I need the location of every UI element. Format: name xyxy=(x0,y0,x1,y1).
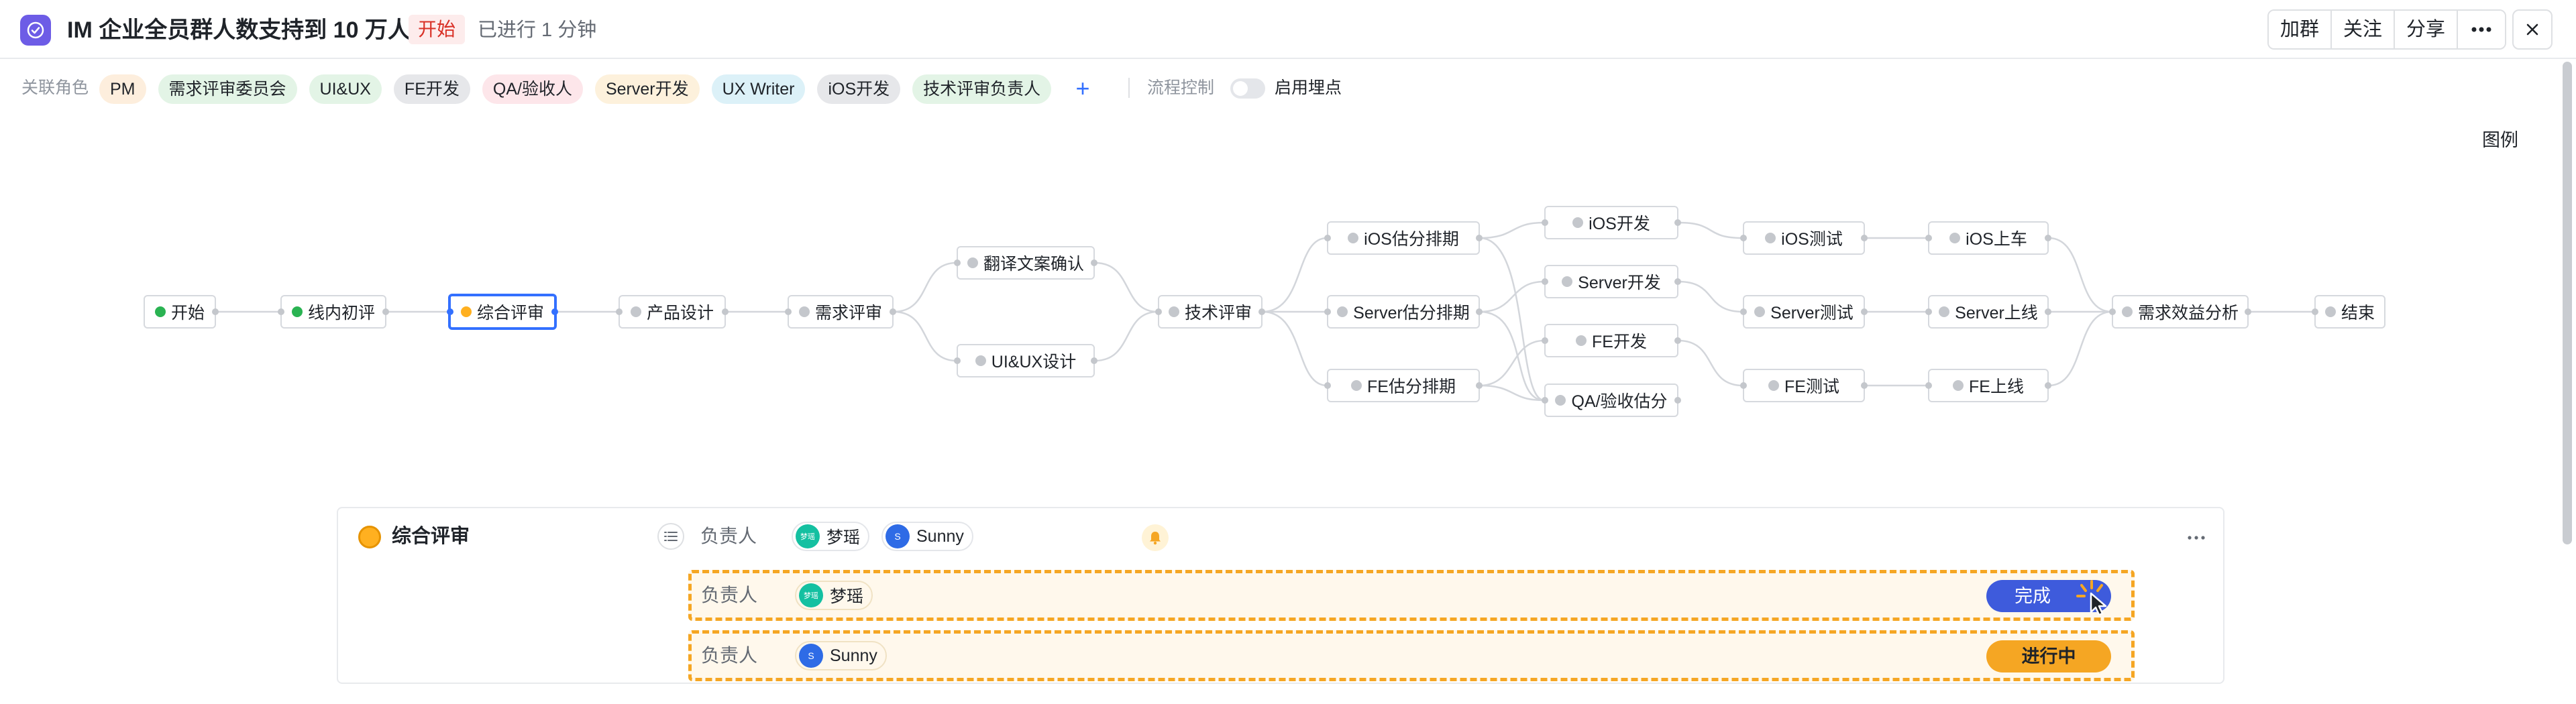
node-start[interactable]: 开始 xyxy=(144,295,219,329)
in-progress-status-icon xyxy=(358,526,381,548)
status-dot-icon xyxy=(460,306,472,317)
node-fe-release[interactable]: FE上线 xyxy=(1925,369,2051,402)
node-server-estimate[interactable]: Server估分排期 xyxy=(1324,295,1483,329)
node-label: 开始 xyxy=(170,304,205,322)
node-overall-review[interactable]: 综合评审 xyxy=(447,294,558,330)
complete-button[interactable]: 完成 xyxy=(1986,580,2111,616)
node-uiux-design[interactable]: UI&UX设计 xyxy=(954,344,1097,377)
node-label: UI&UX设计 xyxy=(991,353,1077,371)
node-detail-panel: 综合评审 负责人 梦瑶 梦瑶 S Sunny 负责人 梦瑶 梦瑶 完成 负责人 … xyxy=(337,507,2224,684)
status-dot-icon xyxy=(1337,306,1348,317)
owner-label: 负责人 xyxy=(700,526,757,546)
more-icon[interactable] xyxy=(2184,526,2208,550)
node-label: Server开发 xyxy=(1578,274,1661,292)
node-label: iOS测试 xyxy=(1781,230,1843,249)
node-req-review[interactable]: 需求评审 xyxy=(785,295,896,329)
owner-label: 负责人 xyxy=(701,645,758,666)
node-qa-estimate[interactable]: QA/验收估分 xyxy=(1542,384,1681,417)
status-dot-icon xyxy=(1953,380,1964,391)
node-server-dev[interactable]: Server开发 xyxy=(1542,265,1681,298)
owner-label: 负责人 xyxy=(701,585,758,605)
status-dot-icon xyxy=(975,355,986,366)
assignee-task-row: 负责人 梦瑶 梦瑶 完成 xyxy=(688,570,2135,621)
node-server-release[interactable]: Server上线 xyxy=(1925,295,2051,329)
assignee-task-row: 负责人 S Sunny 进行中 xyxy=(688,630,2135,681)
click-sparkle-icon xyxy=(2076,580,2107,616)
status-dot-icon xyxy=(1576,335,1587,346)
node-product-design[interactable]: 产品设计 xyxy=(616,295,729,329)
node-fe-estimate[interactable]: FE估分排期 xyxy=(1324,369,1483,402)
status-dot-icon xyxy=(1754,306,1766,317)
assignee-name: Sunny xyxy=(830,646,877,665)
status-dot-icon xyxy=(1572,217,1584,228)
node-label: FE开发 xyxy=(1592,333,1647,351)
panel-title: 综合评审 xyxy=(392,526,470,547)
status-dot-icon xyxy=(1351,380,1362,391)
node-server-test[interactable]: Server测试 xyxy=(1740,295,1868,329)
node-ios-estimate[interactable]: iOS估分排期 xyxy=(1324,221,1483,255)
in-progress-button[interactable]: 进行中 xyxy=(1986,640,2111,672)
bell-icon[interactable] xyxy=(1142,524,1169,551)
workflow-diagram: 开始 线内初评 综合评审 产品设计 需求评审 翻译文案确认 UI&UX设计 技术… xyxy=(0,0,2576,469)
node-fe-test[interactable]: FE测试 xyxy=(1740,369,1868,402)
complete-label: 完成 xyxy=(2015,586,2051,606)
status-dot-icon xyxy=(1949,233,1961,243)
avatar: 梦瑶 xyxy=(799,583,823,607)
status-dot-icon xyxy=(2324,306,2336,317)
assignee-tag[interactable]: S Sunny xyxy=(795,641,887,670)
node-label: FE上线 xyxy=(1969,377,2024,396)
node-label: FE估分排期 xyxy=(1367,377,1456,396)
node-ios-release[interactable]: iOS上车 xyxy=(1925,221,2051,255)
node-translation[interactable]: 翻译文案确认 xyxy=(954,246,1097,280)
status-dot-icon xyxy=(1765,233,1776,243)
status-dot-icon xyxy=(1939,306,1950,317)
node-label: 结束 xyxy=(2341,304,2375,322)
node-fe-dev[interactable]: FE开发 xyxy=(1542,324,1681,357)
node-label: 产品设计 xyxy=(646,304,714,322)
assignee-name: 梦瑶 xyxy=(830,587,864,606)
status-dot-icon xyxy=(630,306,641,317)
node-label: Server测试 xyxy=(1770,304,1854,322)
status-dot-icon xyxy=(1168,306,1179,317)
workflow-edges xyxy=(216,221,2314,402)
status-dot-icon xyxy=(1562,276,1573,287)
node-label: iOS上车 xyxy=(1966,230,2027,249)
node-benefit-analysis[interactable]: 需求效益分析 xyxy=(2109,295,2251,329)
node-label: 综合评审 xyxy=(476,304,544,322)
node-label: 线内初评 xyxy=(307,304,375,322)
status-dot-icon xyxy=(1768,380,1780,391)
status-dot-icon xyxy=(1348,233,1359,243)
status-dot-icon xyxy=(2121,306,2133,317)
node-label: 需求评审 xyxy=(814,304,882,322)
assignee-tag[interactable]: S Sunny xyxy=(881,522,973,551)
node-line-review[interactable]: 线内初评 xyxy=(278,295,389,329)
assignee-tag[interactable]: 梦瑶 梦瑶 xyxy=(795,581,873,610)
status-dot-icon xyxy=(1555,395,1566,406)
node-label: Server上线 xyxy=(1955,304,2038,322)
node-label: 需求效益分析 xyxy=(2137,304,2239,322)
status-dot-icon xyxy=(967,257,978,268)
assignee-name: 梦瑶 xyxy=(826,528,861,547)
node-tech-review[interactable]: 技术评审 xyxy=(1155,295,1265,329)
assignee-name: Sunny xyxy=(916,526,964,546)
node-label: 翻译文案确认 xyxy=(983,255,1084,274)
node-label: FE测试 xyxy=(1784,377,1839,396)
node-ios-test[interactable]: iOS测试 xyxy=(1740,221,1868,255)
node-label: 技术评审 xyxy=(1184,304,1252,322)
avatar: 梦瑶 xyxy=(796,524,820,548)
node-label: iOS估分排期 xyxy=(1364,230,1459,249)
vertical-scrollbar[interactable] xyxy=(2563,62,2572,544)
node-label: Server估分排期 xyxy=(1353,304,1470,322)
node-label: QA/验收估分 xyxy=(1571,392,1668,411)
status-dot-icon xyxy=(798,306,810,317)
node-ios-dev[interactable]: iOS开发 xyxy=(1542,206,1681,239)
avatar: S xyxy=(885,524,910,548)
node-label: iOS开发 xyxy=(1589,215,1650,233)
node-end[interactable]: 结束 xyxy=(2312,295,2385,329)
assignee-tag[interactable]: 梦瑶 梦瑶 xyxy=(792,522,870,551)
avatar: S xyxy=(799,644,823,668)
list-icon[interactable] xyxy=(657,523,684,550)
status-dot-icon xyxy=(291,306,303,317)
status-dot-icon xyxy=(154,306,166,317)
